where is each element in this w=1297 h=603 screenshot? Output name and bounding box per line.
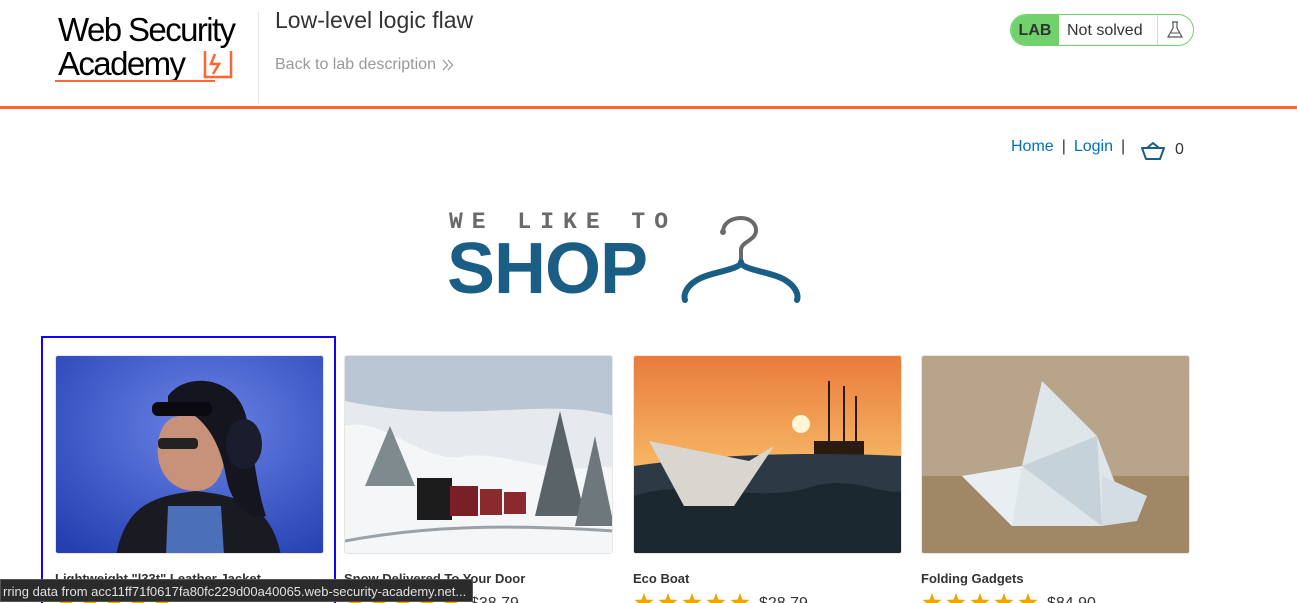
product-price: $38.79 — [470, 595, 519, 603]
product-price: $28.79 — [759, 595, 808, 603]
product-name: Eco Boat — [633, 571, 690, 586]
flask-icon — [1166, 21, 1184, 38]
lab-title: Low-level logic flaw — [275, 7, 474, 33]
product-price: $84.90 — [1047, 595, 1096, 603]
product-image-origami-bird[interactable] — [921, 355, 1190, 554]
product-card: Eco Boat $28.79 — [633, 355, 902, 603]
cart-count: 0 — [1175, 141, 1184, 158]
lab-status-text: Not solved — [1067, 22, 1143, 39]
star-icon — [730, 593, 750, 603]
lightning-logo-icon — [203, 51, 233, 79]
product-name: Folding Gadgets — [921, 571, 1024, 586]
star-icon — [706, 593, 726, 603]
header-divider — [258, 12, 259, 104]
lab-status-widget: LAB Not solved — [1010, 14, 1194, 46]
star-icon — [922, 593, 942, 603]
status-divider — [1157, 15, 1158, 45]
star-icon — [658, 593, 678, 603]
product-card: Lightweight "l33t" Leather Jacket — [55, 355, 324, 603]
clothes-hanger-icon — [681, 216, 801, 303]
lab-badge: LAB — [1011, 15, 1059, 45]
star-icon — [994, 593, 1014, 603]
logo-text-line2: Academy — [58, 45, 186, 82]
browser-status-bar: rring data from acc11ff71f0617fa80fc229d… — [0, 579, 474, 602]
shop-banner: WE LIKE TO SHOP — [447, 208, 807, 308]
star-icon — [1018, 593, 1038, 603]
star-icon — [634, 593, 654, 603]
product-card: Snow Delivered To Your Door $38.79 — [344, 355, 613, 603]
product-image-woman-headphones[interactable] — [55, 355, 324, 554]
nav-separator: | — [1061, 138, 1066, 155]
top-navigation: Home | Login | — [1011, 138, 1133, 156]
product-card: Folding Gadgets $84.90 — [921, 355, 1190, 603]
star-rating — [634, 593, 750, 603]
shopping-basket-icon[interactable] — [1141, 142, 1165, 160]
back-link-label: Back to lab description — [275, 56, 436, 73]
web-security-academy-logo[interactable]: Web Security Academy — [55, 12, 245, 87]
nav-separator: | — [1121, 138, 1126, 155]
back-to-lab-description-link[interactable]: Back to lab description — [275, 56, 454, 74]
star-rating — [922, 593, 1038, 603]
star-icon — [682, 593, 702, 603]
product-image-snow-train[interactable] — [344, 355, 613, 554]
login-link[interactable]: Login — [1074, 138, 1113, 155]
academy-header: Web Security Academy Low-level logic fla… — [0, 0, 1297, 109]
banner-title: SHOP — [447, 229, 648, 309]
home-link[interactable]: Home — [1011, 138, 1054, 155]
double-chevron-right-icon — [442, 59, 454, 71]
star-icon — [970, 593, 990, 603]
logo-underline — [55, 80, 215, 82]
product-image-paper-boat[interactable] — [633, 355, 902, 554]
logo-text-line1: Web Security — [58, 11, 236, 48]
star-icon — [946, 593, 966, 603]
